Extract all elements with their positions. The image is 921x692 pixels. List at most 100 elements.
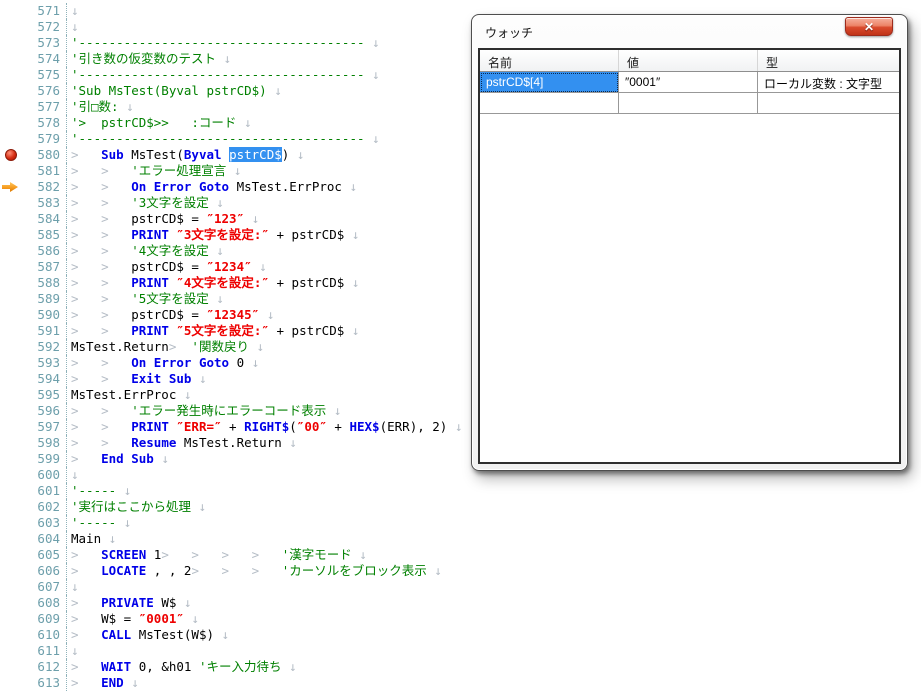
code-text[interactable]: Main ↓ — [67, 531, 116, 547]
watch-titlebar[interactable]: ウォッチ ✕ — [472, 15, 907, 48]
code-text[interactable]: ↓ — [67, 643, 79, 659]
marker-gutter[interactable] — [0, 419, 20, 435]
code-line[interactable]: 610 > CALL MsTest(W$) ↓ — [0, 627, 921, 643]
marker-gutter[interactable] — [0, 35, 20, 51]
code-text[interactable]: > Sub MsTest(Byval pstrCD$) ↓ — [67, 147, 304, 163]
code-text[interactable]: ↓ — [67, 579, 79, 595]
code-text[interactable]: > W$ = ″0001″ ↓ — [67, 611, 199, 627]
column-header-2[interactable]: 型 — [758, 50, 899, 71]
code-text[interactable]: '-------------------------------------- … — [67, 35, 380, 51]
code-text[interactable]: '実行はここから処理 ↓ — [67, 499, 206, 515]
close-button[interactable]: ✕ — [845, 17, 893, 36]
code-text[interactable]: > > PRINT ″3文字を設定:″ + pstrCD$ ↓ — [67, 227, 359, 243]
marker-gutter[interactable] — [0, 99, 20, 115]
marker-gutter[interactable] — [0, 195, 20, 211]
code-text[interactable]: 'Sub MsTest(Byval pstrCD$) ↓ — [67, 83, 282, 99]
code-line[interactable]: 604 Main ↓ — [0, 531, 921, 547]
marker-gutter[interactable] — [0, 483, 20, 499]
code-text[interactable]: > > '4文字を設定 ↓ — [67, 243, 224, 259]
marker-gutter[interactable] — [0, 499, 20, 515]
code-text[interactable]: > > pstrCD$ = ″1234″ ↓ — [67, 259, 267, 275]
watch-value-cell[interactable]: ″0001″ — [619, 72, 758, 93]
code-text[interactable]: '-------------------------------------- … — [67, 67, 380, 83]
code-text[interactable]: > > PRINT ″4文字を設定:″ + pstrCD$ ↓ — [67, 275, 359, 291]
marker-gutter[interactable] — [0, 179, 20, 195]
code-text[interactable]: > > pstrCD$ = ″12345″ ↓ — [67, 307, 274, 323]
code-text[interactable]: > > pstrCD$ = ″123″ ↓ — [67, 211, 259, 227]
code-line[interactable]: 602 '実行はここから処理 ↓ — [0, 499, 921, 515]
marker-gutter[interactable] — [0, 3, 20, 19]
marker-gutter[interactable] — [0, 547, 20, 563]
code-line[interactable]: 608 > PRIVATE W$ ↓ — [0, 595, 921, 611]
code-text[interactable]: > End Sub ↓ — [67, 451, 169, 467]
column-header-1[interactable]: 値 — [619, 50, 758, 71]
marker-gutter[interactable] — [0, 643, 20, 659]
code-text[interactable]: ↓ — [67, 467, 79, 483]
code-line[interactable]: 601 '----- ↓ — [0, 483, 921, 499]
marker-gutter[interactable] — [0, 51, 20, 67]
marker-gutter[interactable] — [0, 371, 20, 387]
code-text[interactable]: MsTest.Return> '関数戻り ↓ — [67, 339, 264, 355]
code-line[interactable]: 605 > SCREEN 1> > > > '漢字モード ↓ — [0, 547, 921, 563]
watch-row[interactable] — [480, 93, 899, 114]
code-text[interactable]: > > '5文字を設定 ↓ — [67, 291, 224, 307]
marker-gutter[interactable] — [0, 515, 20, 531]
code-text[interactable]: > > On Error Goto 0 ↓ — [67, 355, 259, 371]
code-text[interactable]: '-------------------------------------- … — [67, 131, 380, 147]
watch-name-cell[interactable]: pstrCD$[4] — [480, 72, 619, 93]
code-line[interactable]: 603 '----- ↓ — [0, 515, 921, 531]
marker-gutter[interactable] — [0, 83, 20, 99]
watch-type-cell[interactable] — [758, 93, 899, 114]
code-text[interactable]: > END ↓ — [67, 675, 139, 691]
code-text[interactable]: > > 'エラー処理宣言 ↓ — [67, 163, 241, 179]
code-text[interactable]: > > Resume MsTest.Return ↓ — [67, 435, 297, 451]
code-text[interactable]: > > Exit Sub ↓ — [67, 371, 207, 387]
marker-gutter[interactable] — [0, 211, 20, 227]
marker-gutter[interactable] — [0, 115, 20, 131]
code-text[interactable]: ↓ — [67, 19, 79, 35]
code-text[interactable]: '引き数の仮変数のテスト ↓ — [67, 51, 231, 67]
marker-gutter[interactable] — [0, 659, 20, 675]
marker-gutter[interactable] — [0, 339, 20, 355]
code-text[interactable]: > > PRINT ″5文字を設定:″ + pstrCD$ ↓ — [67, 323, 359, 339]
code-text[interactable]: > PRIVATE W$ ↓ — [67, 595, 191, 611]
marker-gutter[interactable] — [0, 563, 20, 579]
marker-gutter[interactable] — [0, 275, 20, 291]
marker-gutter[interactable] — [0, 67, 20, 83]
marker-gutter[interactable] — [0, 291, 20, 307]
marker-gutter[interactable] — [0, 435, 20, 451]
code-text[interactable]: MsTest.ErrProc ↓ — [67, 387, 191, 403]
marker-gutter[interactable] — [0, 307, 20, 323]
code-line[interactable]: 607 ↓ — [0, 579, 921, 595]
code-text[interactable]: '----- ↓ — [67, 515, 131, 531]
code-text[interactable]: > > 'エラー発生時にエラーコード表示 ↓ — [67, 403, 341, 419]
marker-gutter[interactable] — [0, 531, 20, 547]
code-text[interactable]: > CALL MsTest(W$) ↓ — [67, 627, 229, 643]
marker-gutter[interactable] — [0, 243, 20, 259]
marker-gutter[interactable] — [0, 323, 20, 339]
marker-gutter[interactable] — [0, 227, 20, 243]
code-text[interactable]: > SCREEN 1> > > > '漢字モード ↓ — [67, 547, 367, 563]
marker-gutter[interactable] — [0, 595, 20, 611]
marker-gutter[interactable] — [0, 131, 20, 147]
marker-gutter[interactable] — [0, 387, 20, 403]
code-line[interactable]: 613 > END ↓ — [0, 675, 921, 691]
breakpoint-icon[interactable] — [5, 149, 17, 161]
marker-gutter[interactable] — [0, 675, 20, 691]
code-text[interactable]: > > '3文字を設定 ↓ — [67, 195, 224, 211]
marker-gutter[interactable] — [0, 259, 20, 275]
code-text[interactable]: '----- ↓ — [67, 483, 131, 499]
marker-gutter[interactable] — [0, 467, 20, 483]
marker-gutter[interactable] — [0, 627, 20, 643]
marker-gutter[interactable] — [0, 355, 20, 371]
code-text[interactable]: ↓ — [67, 3, 79, 19]
marker-gutter[interactable] — [0, 451, 20, 467]
code-text[interactable]: '引□数: ↓ — [67, 99, 134, 115]
column-header-0[interactable]: 名前 — [480, 50, 619, 71]
code-text[interactable]: > WAIT 0, &h01 'キー入力待ち ↓ — [67, 659, 297, 675]
watch-type-cell[interactable]: ローカル変数 : 文字型 — [758, 72, 899, 93]
code-line[interactable]: 606 > LOCATE , , 2> > > 'カーソルをブロック表示 ↓ — [0, 563, 921, 579]
marker-gutter[interactable] — [0, 611, 20, 627]
code-text[interactable]: > LOCATE , , 2> > > 'カーソルをブロック表示 ↓ — [67, 563, 442, 579]
code-line[interactable]: 611 ↓ — [0, 643, 921, 659]
